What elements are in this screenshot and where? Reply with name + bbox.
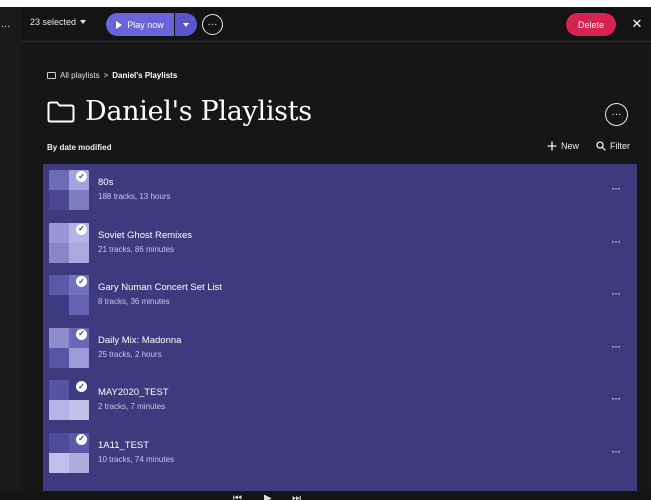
playlist-row[interactable]: ✓ Daily Mix: Madonna 25 tracks, 2 hours ··· — [43, 322, 637, 374]
play-icon — [116, 20, 123, 29]
filter-label: Filter — [610, 141, 630, 151]
page-title: Daniel's Playlists — [85, 96, 312, 127]
plus-icon — [547, 141, 557, 151]
filter-button[interactable]: Filter — [596, 141, 630, 151]
playlist-subtitle: 10 tracks, 74 minutes — [98, 454, 175, 464]
more-options-button[interactable]: ··· — [202, 14, 223, 35]
playlist-title[interactable]: 1A11_TEST — [98, 440, 174, 451]
playlist-row[interactable]: ✓ MAY2020_TEST 2 tracks, 7 minutes ··· — [43, 374, 637, 426]
sort-dropdown[interactable]: By date modified — [47, 143, 111, 152]
playlist-subtitle: 8 tracks, 36 minutes — [98, 297, 170, 306]
playlist-title[interactable]: 80s — [98, 177, 170, 188]
selected-checkmark-icon[interactable]: ✓ — [76, 171, 87, 182]
playlist-title[interactable]: Gary Numan Concert Set List — [98, 282, 222, 293]
play-icon[interactable]: ▶ — [264, 493, 272, 500]
more-icon: ··· — [207, 18, 218, 30]
breadcrumb-current: Daniel's Playlists — [112, 71, 178, 80]
selection-toolbar: 23 selected Play now ··· Delete ✕ — [21, 7, 651, 42]
selection-count-dropdown[interactable]: 23 selected — [30, 17, 87, 27]
playlist-info: Soviet Ghost Remixes 21 tracks, 86 minute… — [98, 230, 192, 254]
playlist-row[interactable]: ✓ Gary Numan Concert Set List 8 tracks, 36… — [43, 269, 637, 321]
playlist-title[interactable]: Daily Mix: Madonna — [98, 335, 181, 346]
playlist-subtitle: 21 tracks, 86 minutes — [98, 244, 175, 254]
row-more-icon[interactable]: ··· — [611, 444, 621, 458]
close-button[interactable]: ✕ — [629, 16, 645, 32]
playlist-row[interactable]: ✓ 80s 188 tracks, 13 hours ··· — [43, 164, 637, 216]
search-icon — [596, 141, 606, 151]
playlist-title[interactable]: Soviet Ghost Remixes — [98, 230, 192, 241]
folder-icon — [47, 101, 75, 122]
play-options-dropdown-button[interactable] — [175, 13, 197, 36]
row-more-icon[interactable]: ··· — [611, 391, 621, 405]
playlist-info: 80s 188 tracks, 13 hours — [98, 177, 170, 201]
row-more-icon[interactable]: ··· — [611, 181, 621, 195]
player-bar: ⏮ ▶ ⏭ — [0, 491, 651, 500]
app-window: ... 23 selected Play now ··· Delete ✕ Al… — [0, 7, 651, 500]
selected-checkmark-icon[interactable]: ✓ — [76, 433, 87, 445]
playlist-row[interactable]: ✓ 1A11_TEST 10 tracks, 74 minutes ··· — [43, 427, 637, 479]
page-more-button[interactable]: ··· — [605, 103, 628, 126]
playlist-info: MAY2020_TEST 2 tracks, 7 minutes — [98, 387, 169, 411]
playlist-subtitle: 188 tracks, 13 hours — [98, 192, 171, 201]
chevron-down-icon — [183, 22, 189, 27]
main-panel: 23 selected Play now ··· Delete ✕ All pl — [21, 7, 651, 500]
delete-button[interactable]: Delete — [566, 13, 616, 36]
playlist-info: 1A11_TEST 10 tracks, 74 minutes — [98, 440, 174, 464]
next-icon[interactable]: ⏭ — [292, 493, 301, 500]
selected-checkmark-icon[interactable]: ✓ — [76, 276, 87, 287]
new-label: New — [561, 141, 580, 151]
play-now-label: Play now — [127, 19, 164, 30]
folder-icon — [47, 72, 56, 79]
previous-icon[interactable]: ⏮ — [233, 493, 242, 500]
breadcrumb-separator: > — [103, 71, 109, 80]
selection-count-label: 23 selected — [30, 17, 77, 27]
playlist-info: Gary Numan Concert Set List 8 tracks, 36 … — [98, 282, 222, 306]
selected-checkmark-icon[interactable]: ✓ — [76, 381, 87, 392]
breadcrumb: All playlists > Daniel's Playlists — [47, 71, 177, 80]
playlist-title[interactable]: MAY2020_TEST — [98, 387, 169, 398]
play-now-button[interactable]: Play now — [106, 13, 174, 36]
row-more-icon[interactable]: ··· — [611, 286, 621, 300]
new-button[interactable]: New — [547, 141, 579, 151]
close-icon: ✕ — [631, 16, 643, 31]
row-more-icon[interactable]: ··· — [611, 234, 621, 248]
selected-checkmark-icon[interactable]: ✓ — [76, 328, 87, 340]
left-menu-icon[interactable]: ... — [1, 18, 10, 30]
playlist-list: ✓ 80s 188 tracks, 13 hours ··· ✓ Soviet Ghost… — [43, 164, 637, 500]
breadcrumb-root-link[interactable]: All playlists — [60, 71, 100, 80]
left-panel-edge: ... — [0, 7, 21, 500]
chevron-down-icon — [80, 20, 87, 24]
page-header: Daniel's Playlists — [47, 96, 312, 127]
playlist-subtitle: 2 tracks, 7 minutes — [98, 402, 166, 411]
selected-checkmark-icon[interactable]: ✓ — [76, 223, 87, 235]
more-icon: ··· — [611, 109, 622, 120]
delete-label: Delete — [577, 19, 604, 30]
playlist-row[interactable]: ✓ Soviet Ghost Remixes 21 tracks, 86 minut… — [43, 217, 637, 269]
playlist-info: Daily Mix: Madonna 25 tracks, 2 hours — [98, 335, 181, 359]
row-more-icon[interactable]: ··· — [611, 339, 621, 353]
playlist-subtitle: 25 tracks, 2 hours — [98, 349, 162, 359]
